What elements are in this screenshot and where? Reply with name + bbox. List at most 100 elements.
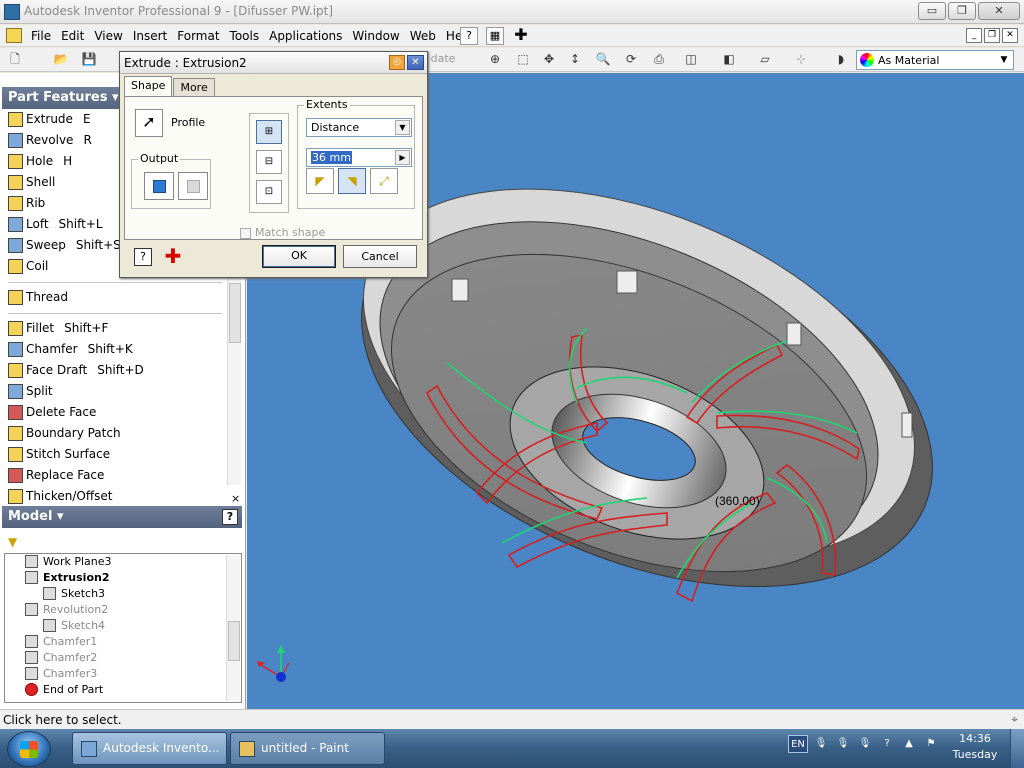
scrollbar-thumb[interactable] (229, 283, 241, 343)
tab-more[interactable]: More (173, 78, 215, 98)
plane-icon[interactable]: ▱ (756, 51, 774, 68)
dialog-collapse-icon[interactable]: ◎ (389, 55, 405, 70)
ucs-icon[interactable]: ⊹ (792, 51, 810, 68)
close-panel-icon[interactable]: × (231, 492, 240, 505)
grid-icon[interactable]: ▦ (486, 27, 504, 45)
profile-select-button[interactable]: ➚ (135, 109, 163, 137)
display-mode-icon[interactable]: ◫ (682, 51, 700, 68)
doc-close-button[interactable]: ✕ (1002, 28, 1018, 43)
dialog-help-icon[interactable]: ? (134, 248, 152, 266)
feature-chamfer[interactable]: Chamfer Shift+K (4, 339, 226, 360)
filter-icon[interactable]: ▼ (8, 535, 22, 549)
tree-item[interactable]: Chamfer1 (5, 634, 241, 650)
show-hidden-icons[interactable]: ▲ (900, 735, 918, 753)
save-icon[interactable]: 💾 (80, 51, 98, 68)
restore-button[interactable]: ❐ (948, 2, 976, 20)
resize-grip-icon[interactable]: ⌖ (1011, 712, 1018, 727)
feature-split[interactable]: Split (4, 381, 226, 402)
show-desktop-button[interactable] (1010, 729, 1024, 768)
match-shape-option[interactable]: Match shape (240, 226, 325, 239)
zoom-selected-icon[interactable]: 🔍 (594, 51, 612, 68)
tree-item[interactable]: Sketch4 (5, 618, 241, 634)
start-button[interactable] (7, 731, 51, 767)
zoom-all-icon[interactable]: ⊕ (486, 51, 504, 68)
menu-tools[interactable]: Tools (225, 29, 265, 43)
update-button[interactable]: date (428, 51, 458, 68)
menu-format[interactable]: Format (172, 29, 224, 43)
menu-view[interactable]: View (89, 29, 127, 43)
look-at-icon[interactable]: ⎙ (650, 51, 668, 68)
join-operation-button[interactable]: ⊞ (256, 120, 282, 144)
output-surface-button[interactable] (178, 172, 208, 200)
tree-item[interactable]: Work Plane3 (5, 554, 241, 570)
zoom-window-icon[interactable]: ⬚ (514, 51, 532, 68)
intersect-operation-button[interactable]: ⊡ (256, 180, 282, 204)
chevron-down-icon[interactable]: ▼ (997, 53, 1011, 67)
tree-item[interactable]: Chamfer3 (5, 666, 241, 682)
microphone-icon[interactable]: 🎙 (856, 735, 874, 753)
dialog-close-icon[interactable]: ✕ (407, 55, 424, 70)
tab-shape[interactable]: Shape (124, 76, 173, 96)
model-header[interactable]: Model ▾ ? (2, 506, 242, 528)
direction-1-button[interactable]: ◤ (306, 168, 334, 194)
plus-move-icon[interactable]: ✚ (512, 27, 530, 45)
menu-edit[interactable]: Edit (56, 29, 89, 43)
microphone-icon[interactable]: 🎙 (834, 735, 852, 753)
zoom-icon[interactable]: ↕ (566, 51, 584, 68)
taskbar-item-inventor[interactable]: Autodesk Invento... (72, 732, 227, 765)
document-icon[interactable] (6, 28, 22, 43)
feature-boundary-patch[interactable]: Boundary Patch (4, 423, 226, 444)
chevron-down-icon[interactable]: ▼ (395, 120, 410, 135)
feature-fillet[interactable]: Fillet Shift+F (4, 318, 226, 339)
language-indicator[interactable]: EN (788, 735, 808, 753)
cut-operation-button[interactable]: ⊟ (256, 150, 282, 174)
tree-item[interactable]: End of Part (5, 682, 241, 698)
ok-button[interactable]: OK (262, 245, 336, 268)
taskbar-item-paint[interactable]: untitled - Paint (230, 732, 385, 765)
model-help-icon[interactable]: ? (222, 509, 238, 525)
help-icon[interactable]: ? (460, 27, 478, 45)
doc-minimize-button[interactable]: _ (966, 28, 982, 43)
menu-file[interactable]: File (26, 29, 56, 43)
output-solid-button[interactable] (144, 172, 174, 200)
chevron-right-icon[interactable]: ▶ (395, 150, 410, 165)
open-icon[interactable]: 📂 (52, 51, 70, 68)
direction-2-button[interactable]: ◥ (338, 168, 366, 194)
style-icon[interactable]: ◗ (832, 51, 850, 68)
model-tree-scrollbar[interactable] (226, 555, 240, 701)
feature-thicken-offset[interactable]: Thicken/Offset (4, 486, 226, 507)
new-icon[interactable]: 🗋 (6, 51, 24, 68)
tree-item[interactable]: Chamfer2 (5, 650, 241, 666)
extents-type-select[interactable]: Distance ▼ (306, 118, 412, 137)
feature-thread[interactable]: Thread (4, 287, 226, 308)
feature-face-draft[interactable]: Face Draft Shift+D (4, 360, 226, 381)
tree-item[interactable]: Extrusion2 (5, 570, 241, 586)
clock[interactable]: 14:36 Tuesday (948, 731, 1002, 763)
feature-stitch-surface[interactable]: Stitch Surface (4, 444, 226, 465)
doc-restore-button[interactable]: ❐ (984, 28, 1000, 43)
menu-applications[interactable]: Applications (264, 29, 347, 43)
microphone-icon[interactable]: 🎙 (812, 735, 830, 753)
model-scrollbar-thumb[interactable] (228, 621, 240, 661)
distance-input[interactable]: 36 mm ▶ (306, 148, 412, 167)
shadow-icon[interactable]: ◧ (720, 51, 738, 68)
direction-symmetric-button[interactable]: ⤢ (370, 168, 398, 194)
menu-insert[interactable]: Insert (128, 29, 172, 43)
material-select[interactable]: As Material ▼ (856, 50, 1014, 70)
close-button[interactable]: ✕ (978, 2, 1020, 20)
match-shape-checkbox[interactable] (240, 227, 251, 239)
minimize-button[interactable]: ▭ (918, 2, 946, 20)
rotate-icon[interactable]: ⟳ (622, 51, 640, 68)
inventor-app-icon[interactable] (4, 4, 20, 20)
tree-item[interactable]: Sketch3 (5, 586, 241, 602)
help-icon[interactable]: ? (878, 735, 896, 753)
cancel-button[interactable]: Cancel (343, 245, 417, 268)
extrude-dialog-titlebar[interactable]: Extrude : Extrusion2 ◎ ✕ (120, 52, 427, 74)
menu-window[interactable]: Window (347, 29, 404, 43)
flag-icon[interactable]: ⚑ (922, 735, 940, 753)
dialog-expand-icon[interactable]: ✚ (164, 246, 182, 266)
pan-icon[interactable]: ✥ (540, 51, 558, 68)
feature-replace-face[interactable]: Replace Face (4, 465, 226, 486)
feature-delete-face[interactable]: Delete Face (4, 402, 226, 423)
menu-web[interactable]: Web (405, 29, 441, 43)
